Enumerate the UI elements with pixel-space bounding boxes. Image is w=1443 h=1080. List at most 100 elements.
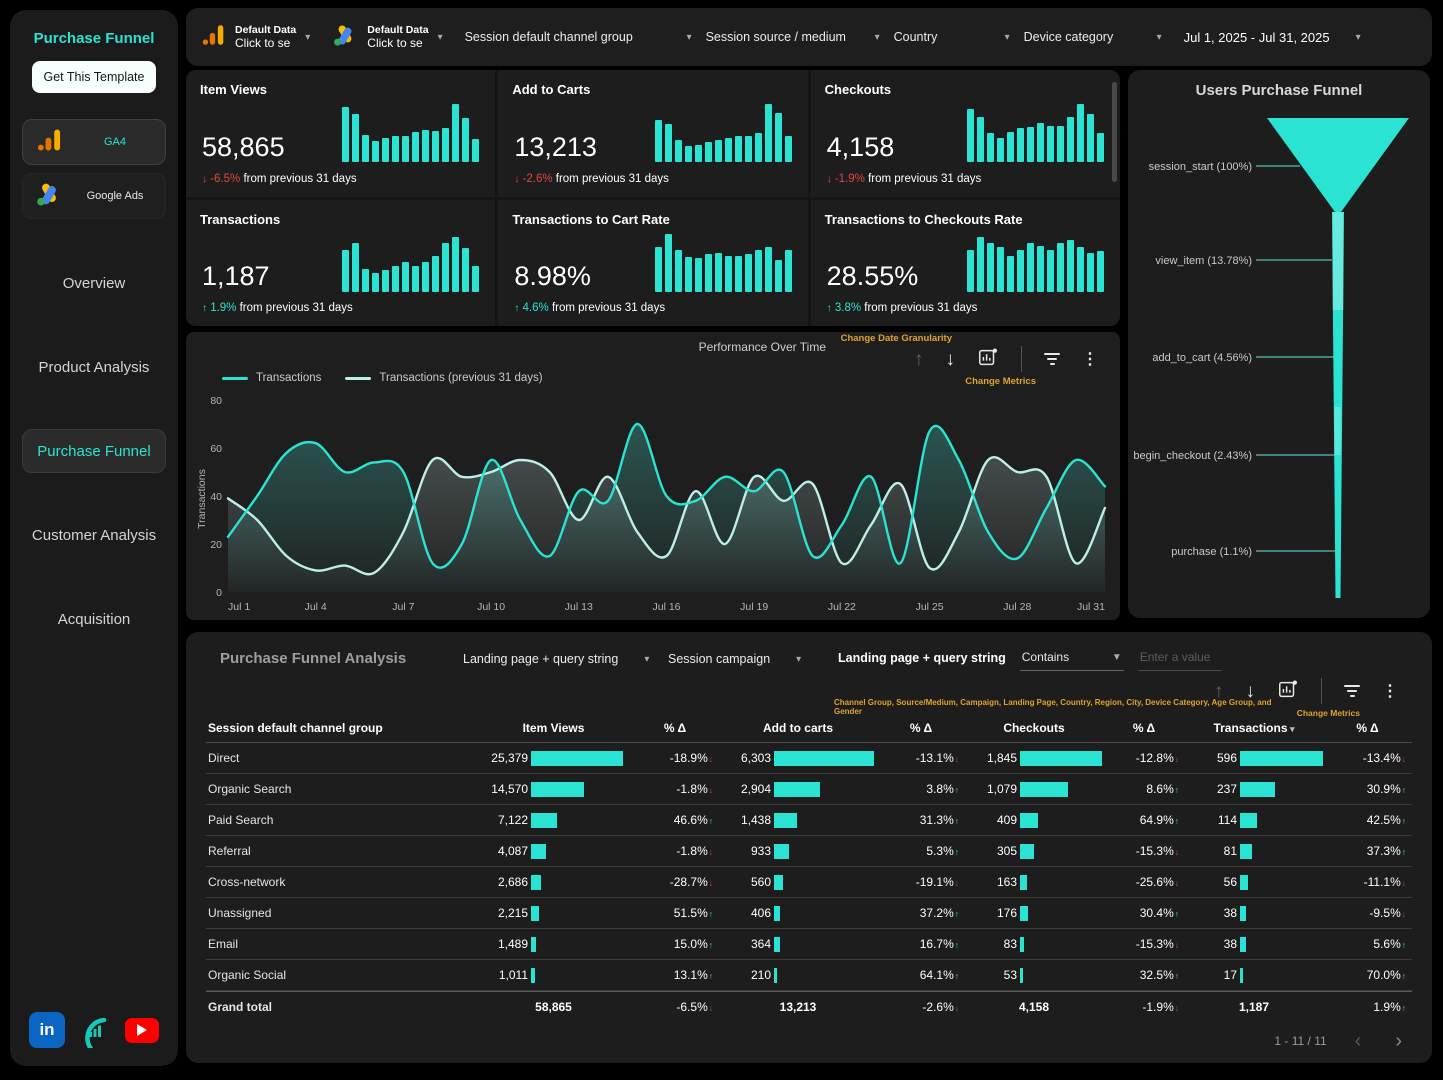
spark-bar [352, 114, 359, 162]
spark-bar [402, 136, 409, 162]
sidebar-item-overview[interactable]: Overview [22, 261, 166, 305]
filter-value-input[interactable] [1138, 644, 1222, 671]
column-header-transactions[interactable]: Transactions ▾ [1185, 721, 1323, 735]
scorecard-value: 1,187 [202, 261, 270, 292]
column-header--[interactable]: % Δ [877, 721, 965, 735]
metric-bar [774, 906, 780, 921]
scrollbar[interactable] [1112, 82, 1117, 182]
move-down-icon[interactable]: ↓ [1246, 682, 1256, 701]
move-down-icon[interactable]: ↓ [946, 350, 956, 369]
delta-caption: from previous 31 days [552, 302, 665, 314]
sidebar-item-google-ads[interactable]: Google Ads [22, 173, 166, 219]
change-metrics-icon[interactable] [977, 346, 999, 372]
google-ads-data-source-chip[interactable]: Default Data Click to se ▾ [332, 22, 442, 53]
scorecard-transactions-to-cart-rate: Transactions to Cart Rate8.98%↑ 4.6% fro… [498, 200, 807, 327]
spark-bar [655, 247, 662, 292]
spark-bar [372, 141, 379, 162]
spark-bar [715, 253, 722, 292]
legend-swatch [345, 377, 371, 380]
scorecard-add-to-carts: Add to Carts13,213↓ -2.6% from previous … [498, 70, 807, 197]
svg-text:Jul 25: Jul 25 [916, 601, 944, 613]
previous-page-icon[interactable]: ‹ [1355, 1031, 1362, 1051]
sidebar-item-product-analysis[interactable]: Product Analysis [22, 345, 166, 389]
spark-bar [735, 256, 742, 292]
column-header--[interactable]: % Δ [1103, 721, 1185, 735]
delta-cell: -18.9%↓ [631, 751, 719, 765]
filter-dropdown-country[interactable]: Country▾ [894, 30, 1010, 44]
metric-bar [774, 968, 777, 983]
brand-logo-icon[interactable] [77, 1012, 113, 1048]
dimension-dropdown[interactable]: Session campaign ▾ [668, 652, 801, 666]
metric-cell: 1,845 [965, 751, 1103, 766]
filter-dropdown-session-default-channel-group[interactable]: Session default channel group▾ [465, 30, 692, 44]
scorecard-value: 4,158 [827, 132, 895, 163]
column-header-add-to-carts[interactable]: Add to carts [719, 721, 877, 735]
filter-operator-select[interactable]: Contains ▼ [1020, 644, 1124, 671]
spark-bar [1057, 126, 1064, 162]
metric-value: 305 [965, 844, 1017, 858]
svg-text:20: 20 [210, 539, 222, 551]
metric-cell: 364 [719, 937, 877, 952]
filter-dropdown-session-source-medium[interactable]: Session source / medium▾ [706, 30, 880, 44]
filter-icon[interactable] [1044, 353, 1060, 365]
more-options-icon[interactable]: ⋮ [1082, 349, 1098, 369]
metric-value: 4,087 [476, 844, 528, 858]
delta-caption: from previous 31 days [556, 173, 669, 185]
date-range-picker[interactable]: Jul 1, 2025 - Jul 31, 2025 ▾ [1184, 30, 1361, 45]
metric-bar [1020, 844, 1034, 859]
metric-cell: 114 [1185, 813, 1323, 828]
filter-icon[interactable] [1344, 685, 1360, 697]
next-page-icon[interactable]: › [1395, 1031, 1402, 1051]
metric-bar [531, 813, 557, 828]
metric-cell: 163 [965, 875, 1103, 890]
sparkline-bar-chart [967, 230, 1104, 292]
delta-value: ↓ -6.5% [202, 173, 243, 185]
sidebar-item-purchase-funnel[interactable]: Purchase Funnel [22, 429, 166, 473]
table-row: Organic Search14,570-1.8%↓2,9043.8%↑1,07… [206, 774, 1412, 805]
scorecard-item-views: Item Views58,865↓ -6.5% from previous 31… [186, 70, 495, 197]
metric-bar [1240, 813, 1257, 828]
delta-cell: 5.3%↑ [877, 844, 965, 858]
sidebar-item-customer-analysis[interactable]: Customer Analysis [22, 513, 166, 557]
sidebar-item-acquisition[interactable]: Acquisition [22, 597, 166, 641]
delta-cell: 64.9%↑ [1103, 813, 1185, 827]
column-header--[interactable]: % Δ [1323, 721, 1412, 735]
change-metrics-label: Change Metrics [965, 376, 1036, 387]
table-row: Organic Social1,01113.1%↑21064.1%↑5332.5… [206, 960, 1412, 991]
change-metrics-icon[interactable] [1277, 678, 1299, 704]
svg-text:60: 60 [210, 443, 222, 455]
funnel-stage-label: purchase (1.1%) [1171, 546, 1252, 558]
sidebar-item-label: GA4 [77, 136, 153, 148]
spark-bar [755, 250, 762, 292]
column-header-checkouts[interactable]: Checkouts [965, 721, 1103, 735]
pagination: 1 - 11 / 11 ‹ › [1274, 1031, 1402, 1051]
metric-cell: 17 [1185, 968, 1323, 983]
metric-value: 560 [719, 875, 771, 889]
metric-value: 237 [1185, 782, 1237, 796]
sidebar-item-ga4[interactable]: GA4 [22, 119, 166, 165]
spark-bar [342, 107, 349, 162]
funnel-panel: Users Purchase Funnel session_start (100… [1128, 70, 1430, 618]
spark-bar [432, 256, 439, 292]
linkedin-icon[interactable]: in [29, 1012, 65, 1048]
column-header-session-default-channel-group[interactable]: Session default channel group [206, 721, 476, 735]
move-up-icon[interactable]: ↑ [1214, 682, 1224, 701]
filter-dropdown-device-category[interactable]: Device category▾ [1024, 30, 1162, 44]
metric-bar [774, 844, 789, 859]
metric-cell: 409 [965, 813, 1103, 828]
delta-cell: 5.6%↑ [1323, 937, 1412, 951]
more-options-icon[interactable]: ⋮ [1382, 681, 1398, 701]
move-up-icon[interactable]: ↑ [914, 350, 924, 369]
column-header--[interactable]: % Δ [631, 721, 719, 735]
metric-value: 1,079 [965, 782, 1017, 796]
metric-value: 13,213 [780, 1000, 817, 1014]
delta-cell: -9.5%↓ [1323, 906, 1412, 920]
dimension-dropdown[interactable]: Landing page + query string ▾ [463, 652, 649, 666]
spark-bar [1077, 247, 1084, 292]
get-template-button[interactable]: Get This Template [32, 61, 156, 93]
youtube-icon[interactable] [125, 1018, 159, 1043]
ga4-data-source-chip[interactable]: Default Data Click to se ▾ [200, 22, 310, 53]
column-header-item-views[interactable]: Item Views [476, 721, 631, 735]
spark-bar [997, 138, 1004, 162]
sparkline-bar-chart [342, 100, 479, 162]
